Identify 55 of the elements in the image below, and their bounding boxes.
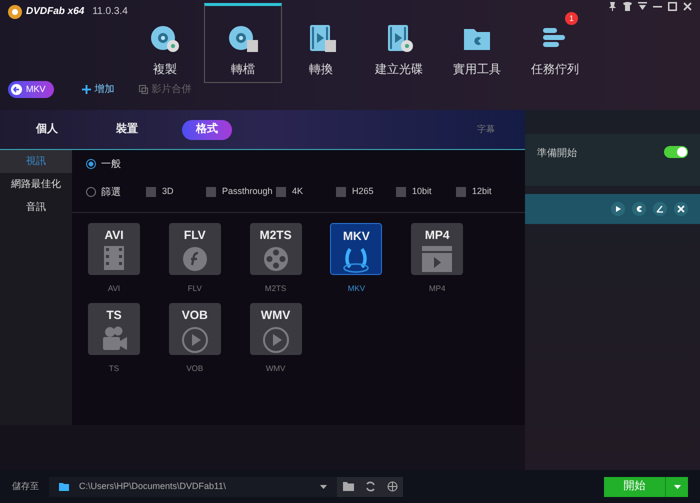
nav-tab[interactable]: 建立光碟 bbox=[360, 3, 438, 83]
toggle-switch[interactable] bbox=[664, 146, 688, 158]
video-clapper-icon bbox=[421, 246, 454, 272]
category-item[interactable]: 視訊 bbox=[0, 150, 72, 173]
popup-tab[interactable]: 個人 bbox=[22, 120, 72, 140]
nav-tab[interactable]: 任務佇列 1 bbox=[516, 3, 594, 83]
filter-checkbox[interactable]: 4K bbox=[276, 185, 336, 199]
maximize-icon[interactable] bbox=[668, 2, 677, 11]
film-strip-icon bbox=[101, 246, 127, 270]
app-version: 11.0.3.4 bbox=[92, 5, 128, 19]
shirt-icon[interactable] bbox=[623, 2, 632, 11]
dropdown-menu-icon[interactable] bbox=[638, 2, 647, 11]
close-icon[interactable] bbox=[674, 202, 688, 216]
radio-button[interactable]: 篩選 bbox=[86, 184, 146, 200]
nav-tab[interactable]: 複製 bbox=[126, 3, 204, 83]
play-circle-icon bbox=[180, 326, 209, 354]
play-circle-icon bbox=[262, 326, 290, 354]
nav-tab[interactable]: 實用工具 bbox=[438, 3, 516, 83]
globe-icon[interactable] bbox=[381, 476, 403, 496]
play-icon[interactable] bbox=[611, 202, 625, 216]
add-button[interactable]: 增加 bbox=[82, 82, 115, 97]
category-item[interactable]: 音訊 bbox=[0, 196, 72, 219]
path-field[interactable]: C:\Users\HP\Documents\DVDFab11\ bbox=[49, 476, 337, 496]
mkv-logo-icon bbox=[342, 247, 370, 273]
radio-button[interactable]: 一般 bbox=[86, 156, 146, 172]
plus-icon bbox=[82, 85, 91, 94]
caret-icon bbox=[320, 484, 327, 488]
category-item[interactable]: 網路最佳化 bbox=[0, 173, 72, 196]
column-header: 字幕 bbox=[477, 122, 495, 136]
nav-tab[interactable]: 轉換 bbox=[282, 3, 360, 83]
start-dropdown-icon[interactable] bbox=[666, 476, 688, 496]
browse-folder-icon[interactable] bbox=[337, 476, 359, 496]
popup-tab[interactable]: 裝置 bbox=[102, 120, 152, 140]
nav-tab[interactable]: 轉檔 bbox=[204, 3, 282, 83]
edit-icon[interactable] bbox=[653, 202, 667, 216]
video-camera-icon bbox=[100, 326, 128, 352]
merge-icon bbox=[138, 85, 148, 94]
filter-checkbox[interactable]: 12bit bbox=[456, 185, 516, 199]
folder-icon bbox=[59, 482, 69, 490]
pin-icon[interactable] bbox=[608, 2, 617, 11]
filter-checkbox[interactable]: H265 bbox=[336, 185, 396, 199]
close-icon[interactable] bbox=[683, 2, 692, 11]
app-logo-icon bbox=[8, 4, 22, 18]
filter-checkbox[interactable]: Passthrough bbox=[206, 185, 276, 199]
popup-tab[interactable]: 格式 bbox=[182, 120, 232, 140]
convert-arrow-icon bbox=[11, 84, 22, 95]
filter-checkbox[interactable]: 10bit bbox=[396, 185, 456, 199]
film-reel-icon bbox=[262, 246, 289, 272]
filter-checkbox[interactable]: 3D bbox=[146, 185, 206, 199]
notification-badge: 1 bbox=[565, 12, 578, 25]
save-to-label: 儲存至 bbox=[12, 480, 39, 493]
task-status: 準備開始 bbox=[537, 147, 577, 161]
app-name: DVDFab x64 bbox=[26, 5, 84, 19]
flash-logo-icon bbox=[182, 246, 208, 272]
profile-button[interactable]: MKV bbox=[8, 81, 54, 98]
